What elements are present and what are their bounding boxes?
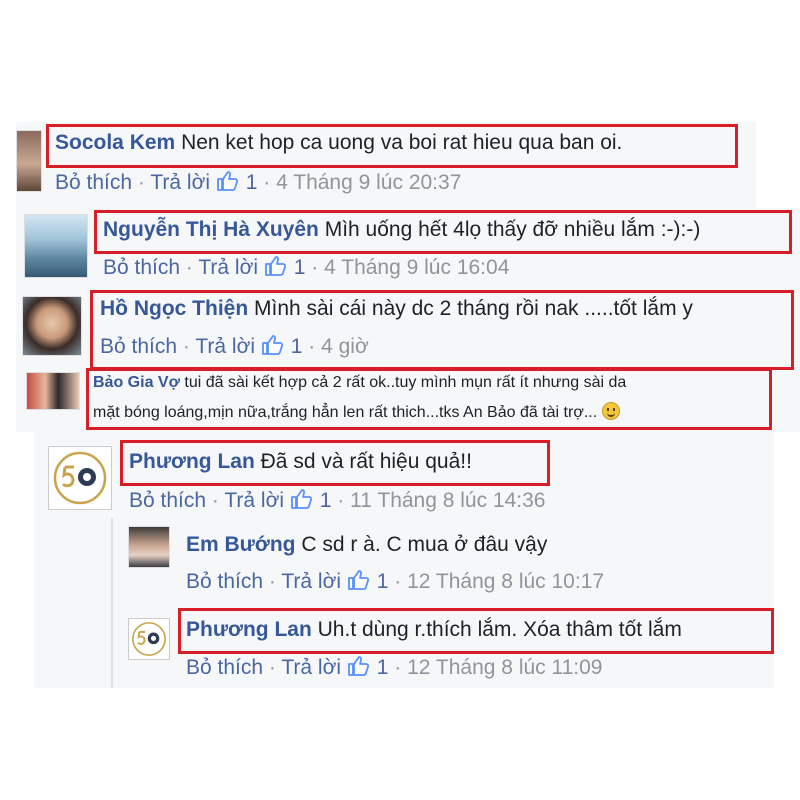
comment-text: Mìh uống hết 4lọ thấy đỡ nhiều lắm :-):-… [324,218,701,241]
comment-text: Mình sài cái này dc 2 tháng rồi nak ....… [254,297,693,320]
like-link[interactable]: Bỏ thích [100,335,177,358]
like-link[interactable]: Bỏ thích [186,570,263,593]
comment-text: mặt bóng loáng,mịn nữa,trắng hẳn len rất… [93,404,598,421]
comment-time[interactable]: 12 Tháng 8 lúc 10:17 [407,570,604,593]
avatar[interactable] [128,526,170,568]
thumbs-up-icon[interactable] [290,488,314,516]
like-count[interactable]: 1 [320,489,332,512]
comment-actions: Bỏ thích · Trả lời 1 · 4 Tháng 9 lúc 20:… [55,170,461,198]
comment-text: Uh.t dùng r.thích lắm. Xóa thâm tốt lắm [317,618,682,641]
comment-body: Phương Lan Đã sd và rất hiệu quả!! [129,450,472,474]
author-name[interactable]: Phương Lan [129,450,255,473]
separator: · [268,656,276,679]
comment-body: Socola Kem Nen ket hop ca uong va boi ra… [55,131,622,155]
separator: · [394,656,402,679]
comment-text: Nen ket hop ca uong va boi rat hieu qua … [181,131,623,154]
separator: · [308,335,316,358]
reply-link[interactable]: Trả lời [150,171,210,194]
comment-actions: Bỏ thích · Trả lời 1 · 4 Tháng 9 lúc 16:… [103,255,509,283]
comment-body: Hồ Ngọc Thiện Mình sài cái này dc 2 thán… [100,297,693,321]
reply-link[interactable]: Trả lời [281,656,341,679]
like-count[interactable]: 1 [291,335,303,358]
thumbs-up-icon[interactable] [347,655,371,683]
author-name[interactable]: Socola Kem [55,131,175,154]
like-count[interactable]: 1 [246,171,258,194]
separator: · [263,171,271,194]
50-logo-icon [132,622,166,656]
smile-emoji-icon [601,402,620,420]
author-name[interactable]: Nguyễn Thị Hà Xuyên [103,218,319,241]
avatar[interactable] [16,130,42,192]
avatar[interactable] [128,618,170,660]
comment-actions: Bỏ thích · Trả lời 1 · 12 Tháng 8 lúc 10… [186,569,604,597]
reply-link[interactable]: Trả lời [281,570,341,593]
separator: · [185,256,193,279]
comment-time[interactable]: 11 Tháng 8 lúc 14:36 [350,489,545,512]
comment-time[interactable]: 4 giờ [321,335,369,358]
thread-line [111,518,113,688]
comment-actions: Bỏ thích · Trả lời 1 · 12 Tháng 8 lúc 11… [186,655,603,683]
like-link[interactable]: Bỏ thích [103,256,180,279]
50-logo-icon [53,451,107,505]
comment-actions: Bỏ thích · Trả lời 1 · 4 giờ [100,334,369,362]
separator: · [394,570,402,593]
like-link[interactable]: Bỏ thích [186,656,263,679]
reply-link[interactable]: Trả lời [195,335,255,358]
comment-body: Em Bướng C sd r à. C mua ở đâu vậy [186,533,547,557]
author-name[interactable]: Phương Lan [186,618,312,641]
author-name[interactable]: Bảo Gia Vợ [93,374,180,391]
comment-time[interactable]: 4 Tháng 9 lúc 20:37 [276,171,461,194]
comment-body: Nguyễn Thị Hà Xuyên Mìh uống hết 4lọ thấ… [103,218,700,242]
separator: · [311,256,319,279]
separator: · [182,335,190,358]
thumbs-up-icon[interactable] [347,569,371,597]
comment-time[interactable]: 12 Tháng 8 lúc 11:09 [407,656,602,679]
separator: · [137,171,145,194]
thumbs-up-icon[interactable] [264,255,288,283]
like-link[interactable]: Bỏ thích [129,489,206,512]
avatar[interactable] [22,296,82,356]
reply-link[interactable]: Trả lời [224,489,284,512]
separator: · [268,570,276,593]
comment-actions: Bỏ thích · Trả lời 1 · 11 Tháng 8 lúc 14… [129,488,546,516]
comment-time[interactable]: 4 Tháng 9 lúc 16:04 [324,256,509,279]
avatar[interactable] [24,214,88,278]
avatar[interactable] [48,446,112,510]
author-name[interactable]: Em Bướng [186,533,295,556]
thumbs-up-icon[interactable] [261,334,285,362]
author-name[interactable]: Hồ Ngọc Thiện [100,297,248,320]
like-count[interactable]: 1 [294,256,306,279]
comment-body-line-2: mặt bóng loáng,mịn nữa,trắng hẳn len rất… [93,402,620,422]
like-count[interactable]: 1 [377,570,389,593]
like-link[interactable]: Bỏ thích [55,171,132,194]
comment-body: Phương Lan Uh.t dùng r.thích lắm. Xóa th… [186,618,682,642]
avatar[interactable] [26,372,80,410]
reply-link[interactable]: Trả lời [198,256,258,279]
comment-text: C sd r à. C mua ở đâu vậy [301,533,548,556]
thumbs-up-icon[interactable] [216,170,240,198]
separator: · [211,489,219,512]
separator: · [337,489,345,512]
comment-text: tui đã sài kết hợp cả 2 rất ok..tuy mình… [184,374,627,391]
comment-body-line-1: Bảo Gia Vợ tui đã sài kết hợp cả 2 rất o… [93,374,626,392]
comment-text: Đã sd và rất hiệu quả!! [260,450,472,473]
like-count[interactable]: 1 [377,656,389,679]
